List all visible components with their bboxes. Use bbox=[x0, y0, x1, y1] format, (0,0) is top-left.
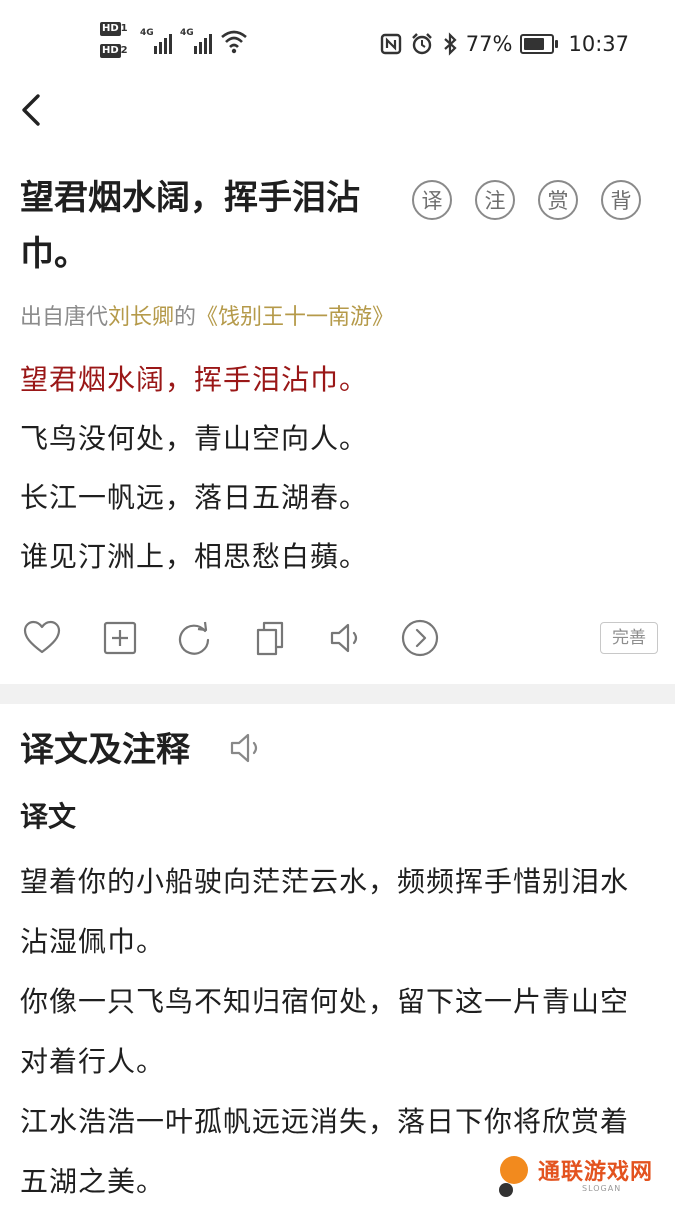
chevron-right-circle-icon[interactable] bbox=[400, 618, 440, 658]
section-title: 译文及注释 bbox=[20, 730, 190, 770]
appreciation-button[interactable]: 赏 bbox=[538, 180, 578, 220]
title-tools: 译 注 赏 背 bbox=[412, 180, 641, 220]
watermark-logo-icon bbox=[499, 1156, 528, 1197]
author-link[interactable]: 刘长卿 bbox=[108, 305, 174, 330]
poem-line: 谁见汀洲上，相思愁白蘋。 bbox=[20, 540, 369, 573]
work-link[interactable]: 《饯别王十一南游》 bbox=[196, 305, 394, 330]
back-button[interactable] bbox=[14, 88, 58, 132]
status-bar: HD 1 HD 2 4G 4G 77% 10:37 bbox=[0, 0, 675, 88]
translation-paragraph: 望着你的小船驶向茫茫云水，频频挥手惜别泪水沾湿佩巾。 bbox=[20, 865, 630, 958]
poem-line: 长江一帆远，落日五湖春。 bbox=[20, 481, 369, 514]
action-toolbar: 完善 bbox=[22, 616, 658, 660]
poem-body: 望君烟水阔，挥手泪沾巾。 飞鸟没何处，青山空向人。 长江一帆远，落日五湖春。 谁… bbox=[20, 350, 368, 586]
refresh-icon[interactable] bbox=[174, 618, 214, 658]
battery-percentage: 77% bbox=[465, 32, 513, 56]
poem-title: 望君烟水阔，挥手泪沾巾。 bbox=[20, 178, 360, 274]
signal-icon: 4G bbox=[140, 28, 176, 54]
nfc-icon bbox=[380, 33, 401, 55]
copy-icon[interactable] bbox=[250, 618, 290, 658]
poem-line-highlighted: 望君烟水阔，挥手泪沾巾。 bbox=[20, 363, 369, 396]
battery-fill bbox=[524, 38, 545, 50]
poem-line: 飞鸟没何处，青山空向人。 bbox=[20, 422, 369, 455]
poem-source: 出自唐代刘长卿的《饯别王十一南游》 bbox=[20, 305, 395, 330]
add-icon[interactable] bbox=[100, 618, 140, 658]
speaker-icon[interactable] bbox=[226, 728, 266, 768]
watermark-sub: SLOGAN bbox=[582, 1184, 622, 1193]
speaker-icon[interactable] bbox=[326, 618, 366, 658]
bluetooth-icon bbox=[444, 32, 457, 56]
sim2-hd-badge: HD 2 bbox=[100, 44, 128, 58]
annotation-button[interactable]: 注 bbox=[475, 180, 515, 220]
watermark-text: 通联游戏网 bbox=[538, 1160, 654, 1185]
alarm-icon bbox=[411, 33, 432, 55]
wifi-icon bbox=[221, 30, 247, 54]
chevron-left-icon bbox=[22, 94, 40, 126]
sim1-hd-badge: HD 1 bbox=[100, 22, 128, 36]
battery-icon bbox=[520, 34, 559, 54]
heart-icon[interactable] bbox=[22, 618, 62, 658]
translation-paragraph: 你像一只飞鸟不知归宿何处，留下这一片青山空对着行人。 bbox=[20, 985, 630, 1078]
watermark: 通联游戏网 SLOGAN bbox=[496, 1150, 666, 1200]
section-divider bbox=[0, 684, 675, 704]
translate-button[interactable]: 译 bbox=[412, 180, 452, 220]
signal-icon: 4G bbox=[180, 28, 216, 54]
status-right: 77% 10:37 bbox=[380, 28, 629, 60]
translation-subtitle: 译文 bbox=[20, 800, 77, 833]
clock: 10:37 bbox=[568, 32, 629, 56]
perfect-button[interactable]: 完善 bbox=[600, 622, 658, 654]
recite-button[interactable]: 背 bbox=[601, 180, 641, 220]
